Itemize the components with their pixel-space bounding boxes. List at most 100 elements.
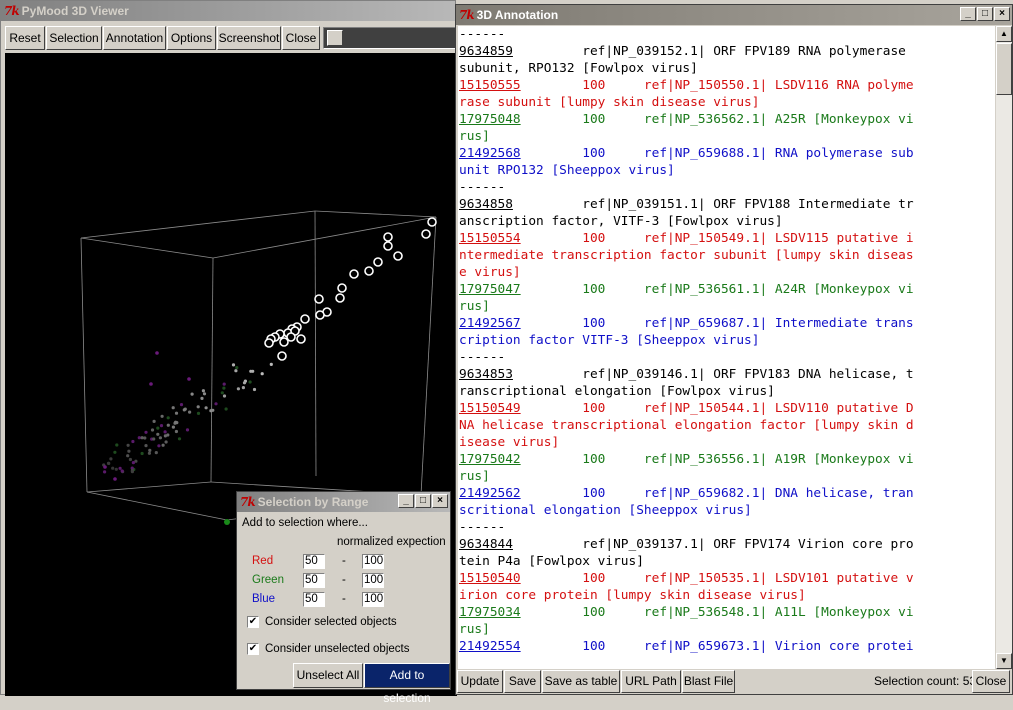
data-point [211, 408, 215, 412]
data-point [154, 451, 158, 455]
data-point [120, 469, 124, 473]
blue-min-field[interactable]: 50 [303, 592, 325, 607]
unselect-all-button[interactable]: Unselect All [293, 663, 363, 688]
save-as-table-button[interactable]: Save as table [542, 670, 620, 693]
selected-point[interactable] [335, 293, 345, 303]
gi-link[interactable]: 9634858 [459, 197, 513, 212]
selected-point[interactable] [421, 229, 431, 239]
scroll-down-icon[interactable]: ▼ [996, 653, 1012, 669]
gi-link[interactable]: 17975048 [459, 112, 521, 127]
data-point [166, 433, 170, 437]
annotation-line: 21492568 100 ref|NP_659688.1| RNA polyme… [459, 145, 995, 162]
selected-point[interactable] [393, 251, 403, 261]
blue-max-field[interactable]: 100 [362, 592, 384, 607]
annotation-line: 9634858 ref|NP_039151.1| ORF FPV188 Inte… [459, 196, 995, 213]
data-point [131, 461, 135, 465]
gi-link[interactable]: 15150540 [459, 571, 521, 586]
data-point [201, 389, 205, 393]
annotation-line: 15150554 100 ref|NP_150549.1| LSDV115 pu… [459, 230, 995, 247]
selected-point[interactable] [296, 334, 306, 344]
gi-link[interactable]: 21492562 [459, 486, 521, 501]
save-button[interactable]: Save [504, 670, 541, 693]
gi-link[interactable]: 15150555 [459, 78, 521, 93]
selected-point[interactable] [264, 338, 274, 348]
gi-link[interactable]: 15150549 [459, 401, 521, 416]
gi-link[interactable]: 17975047 [459, 282, 521, 297]
gi-link[interactable]: 9634844 [459, 537, 513, 552]
annotation-text-segment: ranscriptional elongation [Fowlpox virus… [459, 384, 775, 399]
selected-point[interactable] [373, 257, 383, 267]
selected-point[interactable] [383, 241, 393, 251]
selected-point[interactable] [427, 217, 437, 227]
screenshot-button[interactable]: Screenshot [217, 26, 281, 50]
consider-selected-checkbox[interactable]: ✔ [247, 616, 259, 628]
zoom-slider[interactable] [323, 27, 457, 49]
annotation-line: 15150555 100 ref|NP_150550.1| LSDV116 RN… [459, 77, 995, 94]
red-max-field[interactable]: 100 [362, 554, 384, 569]
annotation-text-segment: 100 ref|NP_659688.1| RNA polymerase sub [520, 146, 914, 161]
range-header: normalized expection [337, 536, 446, 548]
close-window-button[interactable]: × [432, 494, 448, 508]
annotation-line: e virus] [459, 264, 995, 281]
selection-range-titlebar[interactable]: 7k Selection by Range _ □ × [237, 492, 450, 512]
annotation-text-segment: 100 ref|NP_536561.1| A24R [Monkeypox vi [520, 282, 914, 297]
options-button[interactable]: Options [167, 26, 216, 50]
annotation-text-segment: e virus] [459, 265, 521, 280]
selected-point[interactable] [315, 310, 325, 320]
annotation-line: rus] [459, 468, 995, 485]
blast-file-button[interactable]: Blast File [682, 670, 735, 693]
green-max-field[interactable]: 100 [362, 573, 384, 588]
maximize-button[interactable]: □ [977, 7, 993, 21]
annotation-titlebar[interactable]: 7k 3D Annotation _ □ × [456, 5, 1012, 25]
vertical-scrollbar[interactable]: ▲ ▼ [996, 26, 1012, 669]
data-point [144, 444, 148, 448]
selected-point[interactable] [314, 294, 324, 304]
red-min-field[interactable]: 50 [303, 554, 325, 569]
viewer-titlebar[interactable]: 7k PyMood 3D Viewer [1, 1, 455, 21]
update-button[interactable]: Update [457, 670, 503, 693]
maximize-button[interactable]: □ [415, 494, 431, 508]
selected-points[interactable] [264, 217, 437, 361]
minimize-button[interactable]: _ [960, 7, 976, 21]
annotation-close-button[interactable]: Close [972, 670, 1010, 693]
annotation-line: 9634844 ref|NP_039137.1| ORF FPV174 Viri… [459, 536, 995, 553]
selected-point[interactable] [277, 351, 287, 361]
annotation-text-segment: ref|NP_039151.1| ORF FPV188 Intermediate… [512, 197, 914, 212]
annotation-text-segment: ref|NP_039137.1| ORF FPV174 Virion core … [512, 537, 914, 552]
gi-link[interactable]: 9634859 [459, 44, 513, 59]
reset-button[interactable]: Reset [5, 26, 45, 50]
gi-link[interactable]: 17975042 [459, 452, 521, 467]
selected-point[interactable] [364, 266, 374, 276]
annotation-text[interactable]: ------ 9634859 ref|NP_039152.1| ORF FPV18… [458, 26, 995, 669]
data-point [156, 432, 160, 436]
annotation-text-segment: 100 ref|NP_536562.1| A25R [Monkeypox vi [520, 112, 914, 127]
scroll-up-icon[interactable]: ▲ [996, 26, 1012, 42]
annotation-text-segment: 100 ref|NP_150550.1| LSDV116 RNA polyme [520, 78, 914, 93]
gi-link[interactable]: 21492554 [459, 639, 521, 654]
minimize-button[interactable]: _ [398, 494, 414, 508]
data-point [164, 440, 168, 444]
selected-point[interactable] [349, 269, 359, 279]
scroll-thumb[interactable] [996, 43, 1012, 95]
close-button[interactable]: Close [282, 26, 320, 50]
gi-link[interactable]: 15150554 [459, 231, 521, 246]
gi-link[interactable]: 9634853 [459, 367, 513, 382]
data-point [159, 424, 164, 428]
slider-handle[interactable] [327, 30, 343, 46]
selected-point[interactable] [337, 283, 347, 293]
url-path-button[interactable]: URL Path [621, 670, 681, 693]
gi-link[interactable]: 21492568 [459, 146, 521, 161]
blue-label: Blue [252, 593, 276, 605]
gi-link[interactable]: 17975034 [459, 605, 521, 620]
add-to-selection-button[interactable]: Add to selection [364, 663, 450, 705]
close-window-button[interactable]: × [994, 7, 1010, 21]
green-min-field[interactable]: 50 [303, 573, 325, 588]
gi-link[interactable]: 21492567 [459, 316, 521, 331]
selected-point[interactable] [383, 232, 393, 242]
annotation-button[interactable]: Annotation [103, 26, 166, 50]
data-point [140, 436, 144, 440]
selection-button[interactable]: Selection [46, 26, 102, 50]
selected-point[interactable] [286, 332, 296, 342]
consider-unselected-checkbox[interactable]: ✔ [247, 643, 259, 655]
selected-point[interactable] [300, 314, 310, 324]
